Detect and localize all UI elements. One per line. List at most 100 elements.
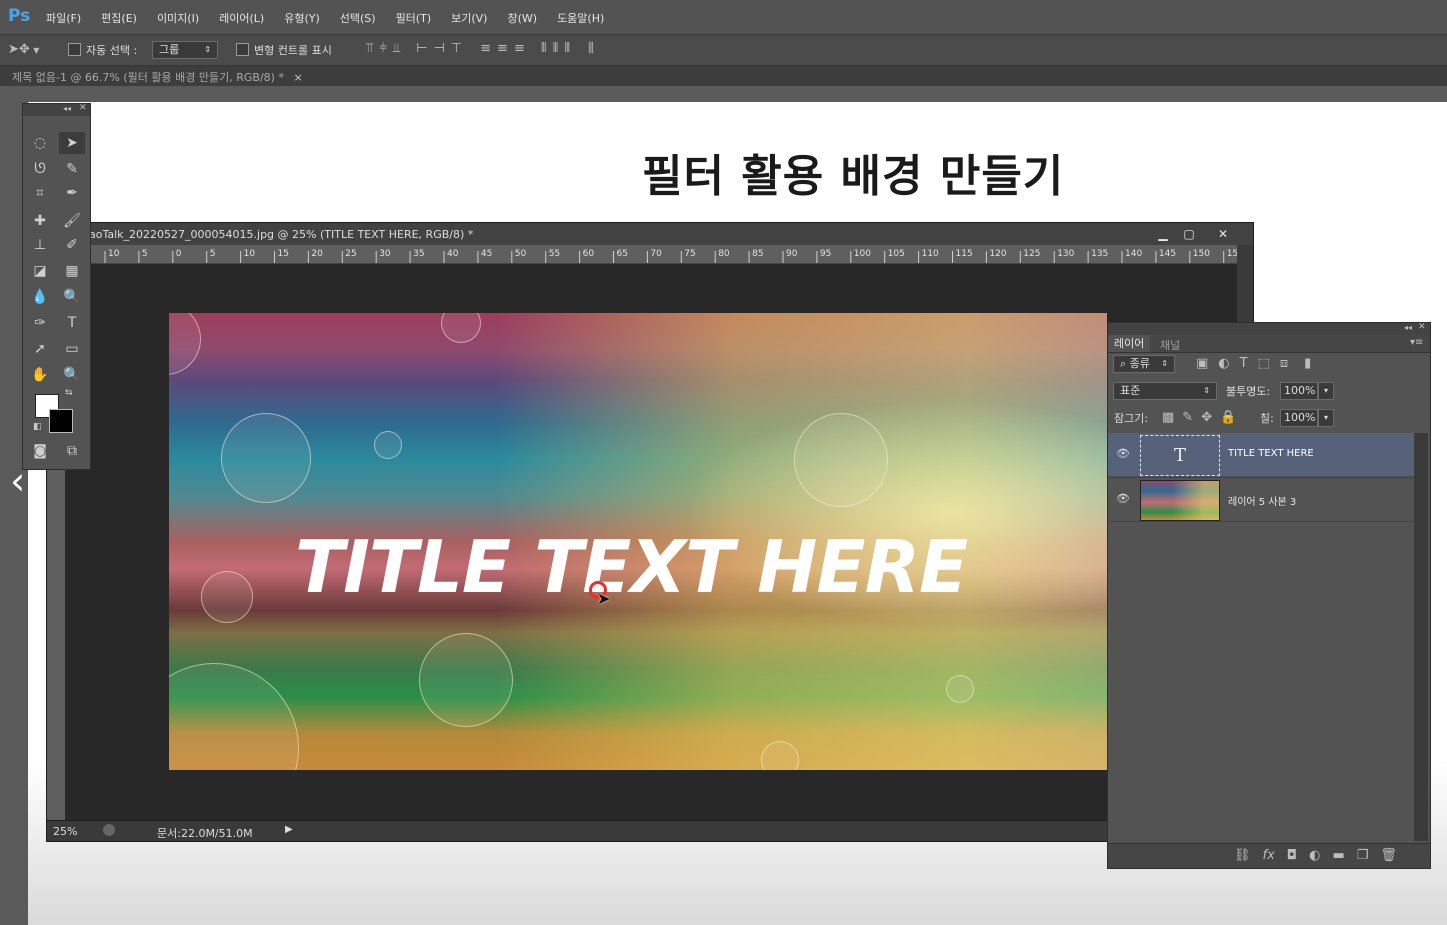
- healing-brush-tool-icon[interactable]: ✚: [27, 210, 53, 232]
- shape-tool-icon[interactable]: ▭: [59, 338, 85, 360]
- lasso-tool-icon[interactable]: ᘎ: [27, 158, 53, 180]
- menu-filter[interactable]: 필터(T): [396, 10, 432, 26]
- quick-mask-icon[interactable]: ◙: [27, 440, 53, 462]
- status-info-icon[interactable]: [103, 824, 115, 836]
- gradient-tool-icon[interactable]: ▦: [59, 260, 85, 282]
- dodge-tool-icon[interactable]: 🔍: [59, 286, 85, 308]
- auto-select-checkbox[interactable]: [68, 43, 81, 56]
- close-icon[interactable]: ✕: [1418, 322, 1426, 332]
- layer-row-text[interactable]: 👁 T TITLE TEXT HERE: [1108, 433, 1414, 476]
- align-vcenter-icon[interactable]: ⫩: [379, 41, 386, 56]
- align-bottom-icon[interactable]: ⫫: [393, 41, 400, 56]
- zoom-level[interactable]: 25%: [53, 825, 77, 838]
- tab-layers[interactable]: 레이어: [1108, 335, 1151, 352]
- menu-view[interactable]: 보기(V): [451, 10, 487, 26]
- shape-filter-icon[interactable]: ⬚: [1258, 356, 1270, 371]
- document-tab[interactable]: 제목 없음-1 @ 66.7% (필터 활용 배경 만들기, RGB/8) * …: [12, 69, 303, 85]
- filter-toggle-icon[interactable]: ▮: [1304, 356, 1311, 371]
- default-colors-icon[interactable]: ◧: [33, 422, 42, 432]
- clone-stamp-tool-icon[interactable]: ⊥: [27, 234, 53, 256]
- blur-tool-icon[interactable]: 💧: [27, 286, 53, 308]
- close-icon[interactable]: ×: [293, 71, 302, 84]
- lock-transparency-icon[interactable]: ▩: [1162, 410, 1174, 425]
- panel-header[interactable]: ◂◂ ✕: [23, 103, 90, 116]
- close-icon[interactable]: ✕: [79, 103, 87, 113]
- opacity-input[interactable]: 100%: [1280, 382, 1318, 400]
- align-right-icon[interactable]: ⊤: [451, 41, 462, 56]
- visibility-eye-icon[interactable]: 👁: [1116, 447, 1130, 460]
- eraser-tool-icon[interactable]: ◪: [27, 260, 53, 282]
- blend-mode-dropdown[interactable]: 표준 ⇕: [1113, 382, 1217, 400]
- align-left-icon[interactable]: ⊢: [416, 41, 427, 56]
- menu-type[interactable]: 유형(Y): [284, 10, 320, 26]
- type-tool-icon[interactable]: T: [59, 312, 85, 334]
- quick-select-tool-icon[interactable]: ✎: [59, 158, 85, 180]
- distribute-bottom-icon[interactable]: ≡: [514, 41, 525, 56]
- swap-colors-icon[interactable]: ⇆: [65, 388, 73, 398]
- chevron-down-icon[interactable]: ▾: [1318, 409, 1334, 427]
- close-icon[interactable]: ✕: [1211, 226, 1235, 242]
- distribute-vcenter-icon[interactable]: ≡: [497, 41, 508, 56]
- zoom-tool-icon[interactable]: 🔍: [59, 364, 85, 386]
- pen-tool-icon[interactable]: ✑: [27, 312, 53, 334]
- fill-input[interactable]: 100%: [1280, 409, 1318, 427]
- menu-image[interactable]: 이미지(I): [157, 10, 199, 26]
- layer-row-image[interactable]: 👁 레이어 5 사본 3: [1108, 477, 1414, 522]
- move-tool-preset[interactable]: ➤✥ ▼: [8, 42, 52, 58]
- auto-align-icon[interactable]: ⫼: [588, 41, 594, 56]
- smart-object-filter-icon[interactable]: ⧈: [1280, 356, 1288, 371]
- new-layer-icon[interactable]: ❐: [1357, 848, 1369, 863]
- marquee-tool-icon[interactable]: ◌: [27, 132, 53, 154]
- adjustment-filter-icon[interactable]: ◐: [1218, 356, 1229, 371]
- path-select-tool-icon[interactable]: ➚: [27, 338, 53, 360]
- visibility-eye-icon[interactable]: 👁: [1116, 492, 1130, 505]
- new-group-icon[interactable]: ▬: [1332, 848, 1344, 863]
- chevron-down-icon[interactable]: ▾: [1318, 382, 1334, 400]
- distribute-right-icon[interactable]: ⦀: [564, 41, 570, 56]
- crop-tool-icon[interactable]: ⌗: [27, 182, 53, 204]
- menu-select[interactable]: 선택(S): [340, 10, 376, 26]
- maximize-icon[interactable]: ▢: [1177, 226, 1201, 242]
- distribute-hcenter-icon[interactable]: ⦀: [553, 41, 559, 56]
- panel-header[interactable]: ◂◂ ✕: [1108, 322, 1430, 335]
- menu-window[interactable]: 창(W): [507, 10, 537, 26]
- panel-menu-icon[interactable]: ▾≡: [1410, 337, 1423, 348]
- background-color-swatch[interactable]: [49, 409, 73, 433]
- screen-mode-icon[interactable]: ⧉: [59, 440, 85, 462]
- eyedropper-tool-icon[interactable]: ✒: [59, 182, 85, 204]
- adjustment-layer-icon[interactable]: ◐: [1309, 848, 1320, 863]
- pixel-filter-icon[interactable]: ▣: [1196, 356, 1208, 371]
- distribute-left-icon[interactable]: ⦀: [541, 41, 547, 56]
- type-filter-icon[interactable]: T: [1240, 356, 1248, 371]
- minimize-icon[interactable]: ▁: [1151, 226, 1175, 242]
- tab-channels[interactable]: 채널: [1160, 337, 1180, 353]
- distribute-top-icon[interactable]: ≡: [480, 41, 491, 56]
- collapse-icon[interactable]: ◂◂: [1404, 323, 1412, 332]
- menu-edit[interactable]: 편집(E): [101, 10, 137, 26]
- brush-tool-icon[interactable]: 🖌: [59, 210, 85, 232]
- menu-help[interactable]: 도움말(H): [557, 10, 604, 26]
- align-top-icon[interactable]: ⫪: [366, 41, 373, 56]
- history-brush-tool-icon[interactable]: ✐: [59, 234, 85, 256]
- hand-tool-icon[interactable]: ✋: [27, 364, 53, 386]
- layer-name[interactable]: TITLE TEXT HERE: [1228, 448, 1314, 459]
- layer-name[interactable]: 레이어 5 사본 3: [1228, 493, 1296, 508]
- menu-layer[interactable]: 레이어(L): [219, 10, 264, 26]
- lock-image-icon[interactable]: ✎: [1182, 410, 1193, 425]
- show-transform-checkbox[interactable]: [236, 43, 249, 56]
- lock-all-icon[interactable]: 🔒: [1220, 410, 1236, 425]
- window-titlebar[interactable]: aoTalk_20220527_000054015.jpg @ 25% (TIT…: [47, 223, 1253, 245]
- link-layers-icon[interactable]: ⛓: [1234, 848, 1251, 863]
- banner-image[interactable]: TITLE TEXT HERE ➤: [169, 313, 1107, 770]
- play-arrow-icon[interactable]: ▶: [285, 824, 293, 835]
- collapse-icon[interactable]: ◂◂: [63, 104, 71, 113]
- menu-file[interactable]: 파일(F): [46, 10, 81, 26]
- lock-position-icon[interactable]: ✥: [1201, 410, 1212, 425]
- vertical-scrollbar[interactable]: [1414, 433, 1428, 841]
- move-tool-icon[interactable]: ➤: [59, 132, 85, 154]
- align-hcenter-icon[interactable]: ⊣: [433, 41, 444, 56]
- add-mask-icon[interactable]: ◘: [1287, 848, 1297, 863]
- trash-icon[interactable]: 🗑: [1380, 848, 1397, 863]
- auto-select-dropdown[interactable]: 그룹 ⇕: [152, 41, 218, 59]
- layer-filter-dropdown[interactable]: ⌕ 종류 ⇕: [1113, 355, 1175, 373]
